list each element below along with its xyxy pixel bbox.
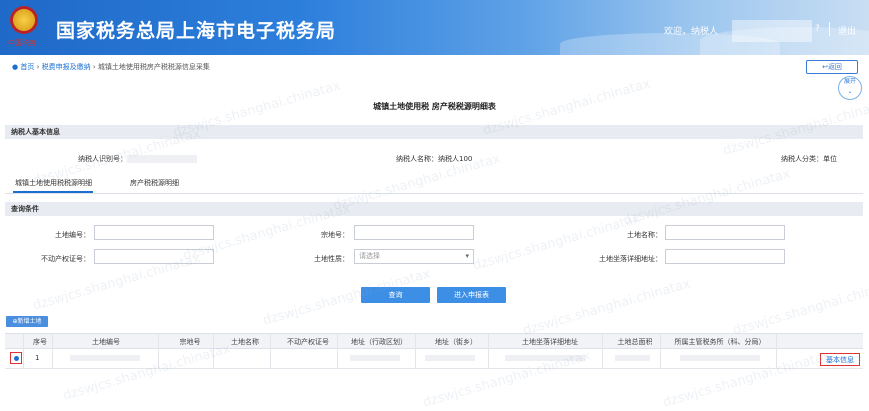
- breadcrumb: ● 首页 › 税费申报及缴纳 › 城镇土地使用税房产税税源信息采集: [12, 62, 210, 72]
- help-link[interactable]: ?: [815, 24, 820, 34]
- property-cert-input[interactable]: [94, 249, 214, 264]
- table-header: 序号 土地编号 宗地号 土地名称 不动产权证号 地址（行政区划） 地址（街乡） …: [5, 333, 863, 349]
- add-land-button[interactable]: ⊕新增土地: [6, 316, 48, 327]
- row-select-radio[interactable]: [10, 352, 22, 364]
- column-header: 土地坐落详细地址: [522, 338, 578, 346]
- tax-office-redacted: [680, 355, 760, 361]
- land-no-label: 土地编号：: [55, 231, 90, 239]
- breadcrumb-separator: ›: [92, 63, 96, 71]
- district-redacted: [350, 355, 400, 361]
- property-cert-label: 不动产权证号：: [41, 255, 90, 263]
- column-header: 土地总面积: [617, 338, 653, 346]
- column-header: 序号: [33, 338, 47, 346]
- emblem-caption: 中国税务: [8, 39, 36, 47]
- taxpayer-section-header: 纳税人基本信息: [5, 125, 863, 139]
- land-nature-select[interactable]: 请选择: [354, 249, 474, 264]
- tab-land-use-tax[interactable]: 城镇土地使用税税源明细: [15, 178, 92, 188]
- taxpayer-category: 纳税人分类：单位: [781, 154, 837, 164]
- tax-emblem-icon: [10, 6, 38, 34]
- taxpayer-id-redacted: [127, 155, 197, 163]
- watermark: dzswjcs.shanghai.chinatax: [731, 276, 869, 339]
- parcel-no-input[interactable]: [354, 225, 474, 240]
- back-label: 返回: [827, 63, 842, 71]
- breadcrumb-separator: ›: [36, 63, 40, 71]
- column-header: 土地名称: [231, 338, 259, 346]
- column-header: 土地编号: [92, 338, 120, 346]
- row-index: 1: [35, 354, 40, 362]
- area-redacted: [615, 355, 650, 361]
- tab-property-tax[interactable]: 房产税税源明细: [130, 178, 179, 188]
- column-header: 地址（行政区划）: [351, 338, 407, 346]
- land-name-input[interactable]: [665, 225, 785, 240]
- street-redacted: [425, 355, 475, 361]
- page-title: 城镇土地使用税 房产税税源明细表: [373, 102, 496, 111]
- column-header: 地址（街乡）: [435, 338, 477, 346]
- query-button[interactable]: 查询: [361, 287, 430, 303]
- land-nature-label: 土地性质：: [314, 255, 349, 263]
- site-header: 中国税务 国家税务总局上海市电子税务局 欢迎，纳税人 ? 退出: [0, 0, 869, 55]
- header-divider: [829, 22, 830, 36]
- query-section-header: 查询条件: [5, 202, 863, 216]
- taxpayer-category-value: 单位: [823, 155, 837, 163]
- site-title: 国家税务总局上海市电子税务局: [56, 20, 337, 42]
- parcel-no-label: 宗地号：: [321, 231, 349, 239]
- active-tab-indicator: [13, 191, 93, 193]
- taxpayer-name-value: 纳税人100: [438, 155, 473, 163]
- greeting-text: 欢迎，纳税人: [664, 27, 719, 37]
- land-address-label: 土地坐落详细地址：: [599, 255, 662, 263]
- basic-info-button[interactable]: 基本信息: [820, 353, 860, 366]
- enter-declaration-button[interactable]: 进入申报表: [437, 287, 506, 303]
- column-header: 宗地号: [179, 338, 201, 346]
- watermark: dzswjcs.shanghai.chinatax: [471, 211, 643, 274]
- add-land-label: 新增土地: [17, 318, 42, 325]
- home-icon[interactable]: ●: [12, 63, 18, 71]
- tab-bar: 城镇土地使用税税源明细 房产税税源明细: [5, 173, 863, 194]
- taxpayer-category-label: 纳税人分类：: [781, 155, 823, 163]
- taxpayer-id: 纳税人识别号：: [78, 154, 197, 164]
- breadcrumb-tax-filing[interactable]: 税费申报及缴纳: [42, 63, 91, 71]
- breadcrumb-home[interactable]: 首页: [20, 63, 34, 71]
- watermark: dzswjcs.shanghai.chinatax: [521, 276, 693, 339]
- breadcrumb-current: 城镇土地使用税房产税税源信息采集: [97, 63, 210, 71]
- land-name-label: 土地名称：: [627, 231, 662, 239]
- logout-link[interactable]: 退出: [838, 24, 856, 37]
- taxpayer-id-label: 纳税人识别号：: [78, 155, 127, 163]
- land-no-input[interactable]: [94, 225, 214, 240]
- chevron-down-icon: ⌄: [847, 88, 853, 95]
- address-redacted: [505, 355, 585, 361]
- land-no-redacted: [70, 355, 140, 361]
- expand-label: 展开: [843, 78, 856, 85]
- taxpayer-name: 纳税人名称：纳税人100: [396, 154, 472, 164]
- land-address-input[interactable]: [665, 249, 785, 264]
- column-header: 不动产权证号: [287, 338, 329, 346]
- username-redacted: [732, 20, 812, 42]
- back-button[interactable]: ↩返回: [806, 60, 858, 74]
- taxpayer-name-label: 纳税人名称：: [396, 155, 438, 163]
- column-header: 所属主管税务所（科、分局）: [674, 338, 766, 346]
- expand-button[interactable]: 展开 ⌄: [838, 76, 862, 100]
